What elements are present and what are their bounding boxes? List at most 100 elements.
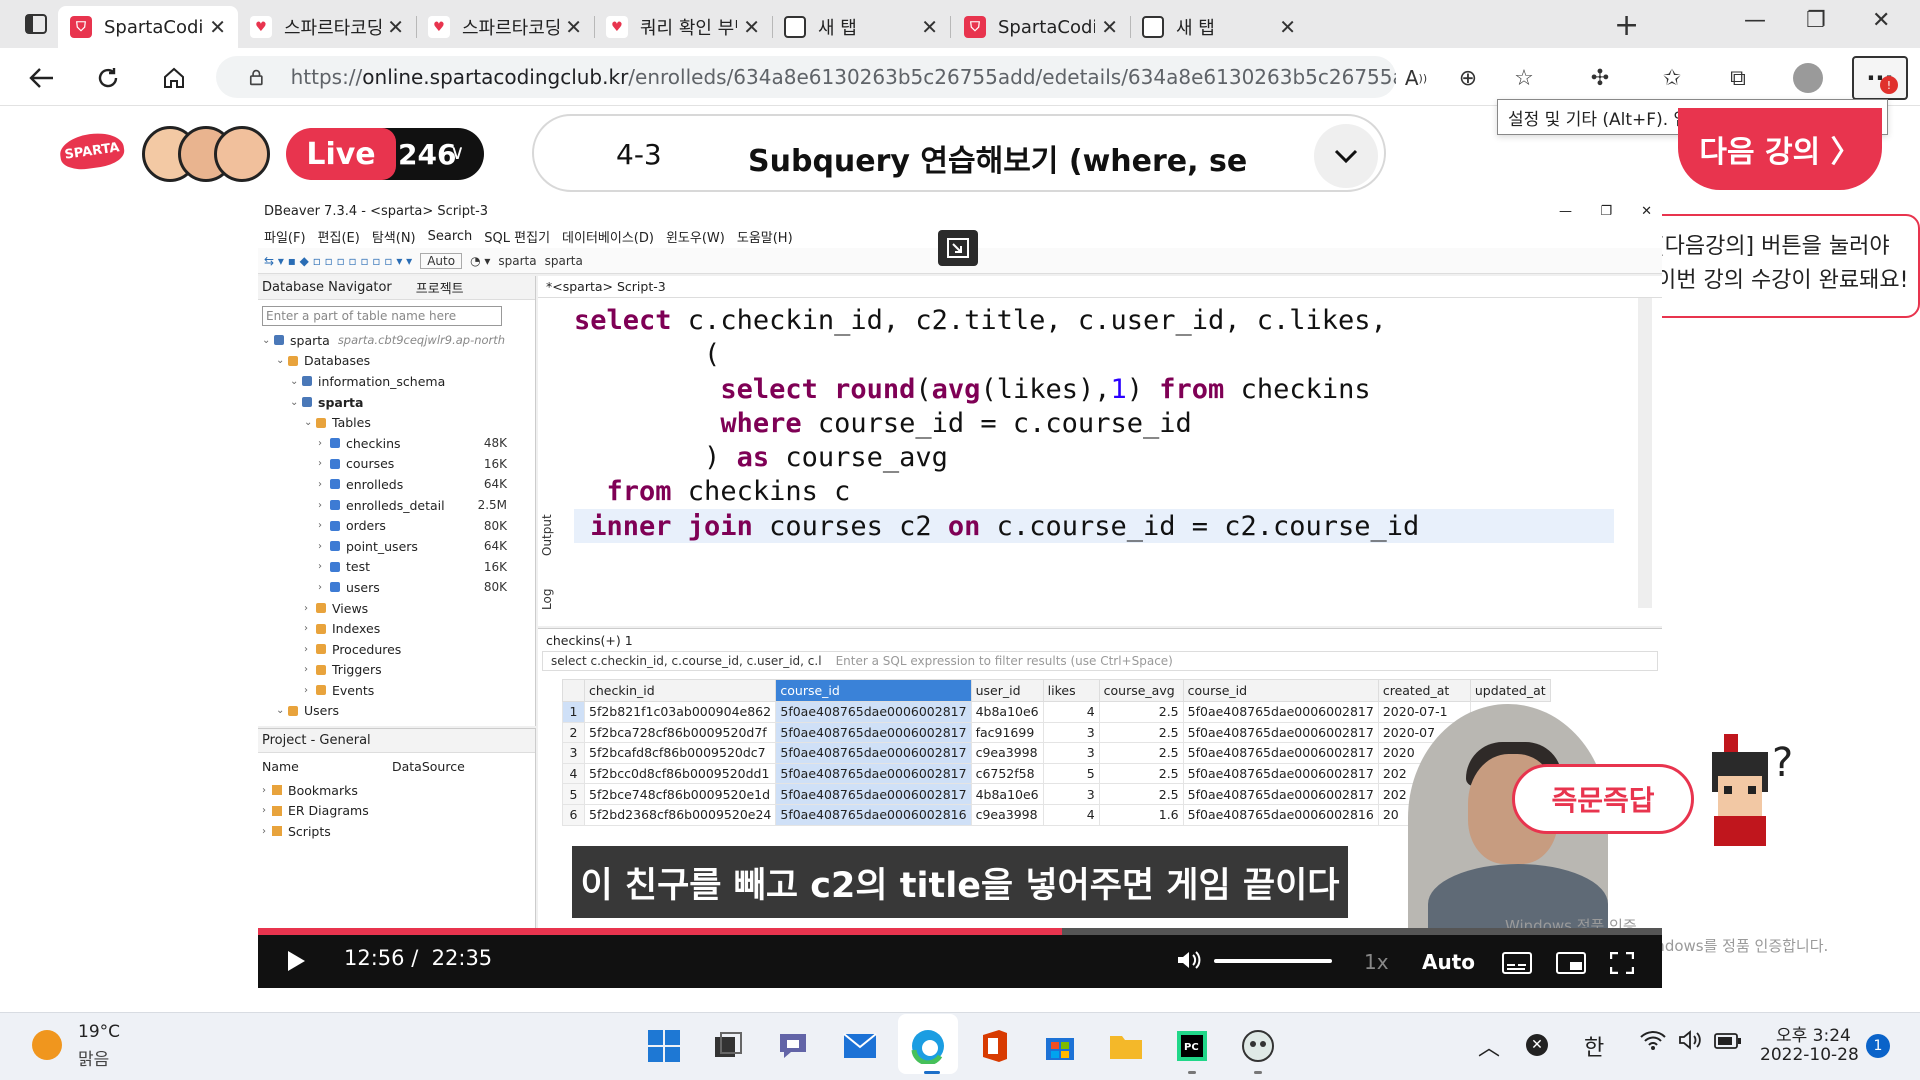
zoom-icon[interactable]: ⊕ (1452, 62, 1484, 94)
close-tab-icon[interactable]: ✕ (743, 15, 760, 39)
clock-time[interactable]: 오후 3:24 (1776, 1021, 1851, 1046)
quality-selector[interactable]: Auto (1422, 950, 1475, 974)
add-favorite-icon[interactable]: ☆ (1508, 62, 1540, 94)
column-header[interactable]: user_id (970, 679, 1044, 702)
battery-icon[interactable] (1714, 1030, 1742, 1055)
table-cell[interactable]: 5f2bce748cf86b0009520e1d (583, 783, 777, 805)
clock-date[interactable]: 2022-10-28 (1760, 1045, 1859, 1065)
tree-item[interactable]: › users 80K (258, 577, 535, 598)
tree-toggle-icon[interactable]: ⌄ (290, 376, 302, 387)
table-cell[interactable]: 5 (1042, 762, 1100, 785)
table-cell[interactable]: 5f2bca728cf86b0009520d7f (583, 721, 777, 744)
column-header[interactable]: course_id (775, 679, 972, 702)
table-cell[interactable]: 4 (1042, 803, 1100, 826)
read-aloud-icon[interactable]: A)) (1400, 62, 1432, 94)
tree-item[interactable]: › Triggers (258, 660, 535, 681)
wifi-icon[interactable] (1640, 1030, 1666, 1056)
browser-tab[interactable]: ⛉ SpartaCodingC ✕ (58, 6, 238, 48)
table-cell[interactable]: 3 (1042, 742, 1100, 764)
tree-item[interactable]: › Indexes (258, 618, 535, 639)
table-cell[interactable]: 5f0ae408765dae0006002817 (775, 762, 972, 785)
row-number[interactable]: 2 (562, 721, 585, 744)
row-number[interactable]: 1 (562, 701, 585, 723)
table-row[interactable]: 5 5f2bce748cf86b0009520e1d 5f0ae408765dae0… (562, 783, 1551, 805)
extensions-icon[interactable]: ✣ (1584, 62, 1616, 94)
next-lesson-button[interactable]: 다음 강의 〉 (1678, 108, 1882, 190)
store-button[interactable] (1038, 1024, 1082, 1068)
table-cell[interactable]: 5f0ae408765dae0006002817 (1182, 701, 1379, 723)
table-cell[interactable]: 5f0ae408765dae0006002817 (775, 742, 972, 764)
teams-chat-button[interactable] (772, 1024, 816, 1068)
show-hidden-icons-button[interactable]: ︿ (1478, 1030, 1500, 1062)
tree-toggle-icon[interactable]: › (304, 664, 316, 675)
tree-item[interactable]: › point_users 64K (258, 536, 535, 557)
table-cell[interactable]: 2.5 (1098, 701, 1184, 723)
pip-button[interactable] (1556, 952, 1586, 978)
pycharm-button[interactable]: PC (1170, 1024, 1214, 1068)
minimize-button[interactable]: — (1744, 8, 1766, 33)
close-tab-icon[interactable]: ✕ (565, 15, 582, 39)
close-window-button[interactable]: ✕ (1872, 8, 1890, 33)
tree-toggle-icon[interactable]: › (318, 458, 330, 469)
table-cell[interactable]: 5f0ae408765dae0006002816 (1182, 803, 1379, 826)
column-header[interactable]: created_at (1377, 679, 1471, 702)
tab-actions-button[interactable] (14, 10, 58, 38)
mail-button[interactable] (838, 1024, 882, 1068)
tree-item[interactable]: ⌄ Users (258, 701, 535, 722)
subtitles-button[interactable] (1502, 952, 1532, 978)
table-cell[interactable]: 2.5 (1098, 762, 1184, 785)
close-tab-icon[interactable]: ✕ (387, 15, 404, 39)
table-row[interactable]: 4 5f2bcc0d8cf86b0009520dd1 5f0ae408765dae0… (562, 762, 1551, 785)
table-cell[interactable]: 5f0ae408765dae0006002816 (775, 803, 972, 826)
tree-item[interactable]: › Events (258, 680, 535, 701)
table-cell[interactable]: 5f0ae408765dae0006002817 (1182, 762, 1379, 785)
tree-toggle-icon[interactable]: ⌄ (276, 705, 288, 716)
browser-tab[interactable]: ♥ 스파르타코딩클 ✕ (416, 6, 594, 48)
table-cell[interactable]: 5f0ae408765dae0006002817 (1182, 783, 1379, 805)
table-cell[interactable]: 2.5 (1098, 783, 1184, 805)
table-cell[interactable]: 2.5 (1098, 742, 1184, 764)
tree-toggle-icon[interactable]: › (318, 561, 330, 572)
table-row[interactable]: 6 5f2bd2368cf86b0009520e24 5f0ae408765dae0… (562, 803, 1551, 826)
tree-toggle-icon[interactable]: › (318, 520, 330, 531)
start-button[interactable] (642, 1024, 686, 1068)
browser-tab[interactable]: 새 탭 ✕ (772, 6, 950, 48)
settings-menu-button[interactable]: ··· (1852, 56, 1908, 100)
tree-toggle-icon[interactable]: ⌄ (276, 355, 288, 366)
new-tab-button[interactable]: + (1614, 8, 1639, 43)
favorites-icon[interactable]: ✩ (1656, 62, 1688, 94)
tree-item[interactable]: ⌄ Tables (258, 412, 535, 433)
browser-tab[interactable]: 새 탭 ✕ (1130, 6, 1308, 48)
tree-toggle-icon[interactable]: › (318, 541, 330, 552)
close-tab-icon[interactable]: ✕ (1101, 15, 1118, 39)
play-button[interactable] (286, 950, 306, 976)
tree-toggle-icon[interactable]: ⌄ (304, 417, 316, 428)
table-cell[interactable]: 5f0ae408765dae0006002817 (1182, 742, 1379, 764)
profile-avatar[interactable] (1792, 62, 1824, 94)
collections-icon[interactable]: ⧉ (1722, 62, 1754, 94)
browser-tab[interactable]: ♥ 스파르타코딩클 ✕ (238, 6, 416, 48)
home-button[interactable] (156, 60, 192, 96)
table-cell[interactable]: 5f2b821f1c03ab000904e862 (583, 701, 777, 723)
close-tab-icon[interactable]: ✕ (1279, 15, 1296, 39)
table-cell[interactable]: 4b8a10e6 (970, 701, 1044, 723)
table-cell[interactable]: c9ea3998 (970, 803, 1044, 826)
volume-slider[interactable] (1214, 959, 1332, 963)
playback-speed[interactable]: 1x (1364, 950, 1389, 974)
volume-button[interactable] (1176, 949, 1202, 975)
row-number[interactable]: 6 (562, 803, 585, 826)
table-cell[interactable]: 5f2bcc0d8cf86b0009520dd1 (583, 762, 777, 785)
tree-item[interactable]: › Procedures (258, 639, 535, 660)
qa-bubble[interactable]: 즉문즉답 (1512, 764, 1694, 834)
row-number[interactable]: 5 (562, 783, 585, 805)
table-cell[interactable]: c9ea3998 (970, 742, 1044, 764)
ime-indicator[interactable]: 한 (1584, 1030, 1604, 1062)
tree-item[interactable]: › courses 16K (258, 454, 535, 475)
tree-toggle-icon[interactable]: ⌄ (290, 397, 302, 408)
tree-item[interactable]: › Views (258, 598, 535, 619)
table-cell[interactable]: fac91699 (970, 721, 1044, 744)
column-header[interactable]: course_id (1182, 679, 1379, 702)
tree-item[interactable]: › enrolleds_detail 2.5M (258, 495, 535, 516)
tree-item[interactable]: › enrolleds 64K (258, 474, 535, 495)
fullscreen-button[interactable] (1609, 951, 1635, 978)
